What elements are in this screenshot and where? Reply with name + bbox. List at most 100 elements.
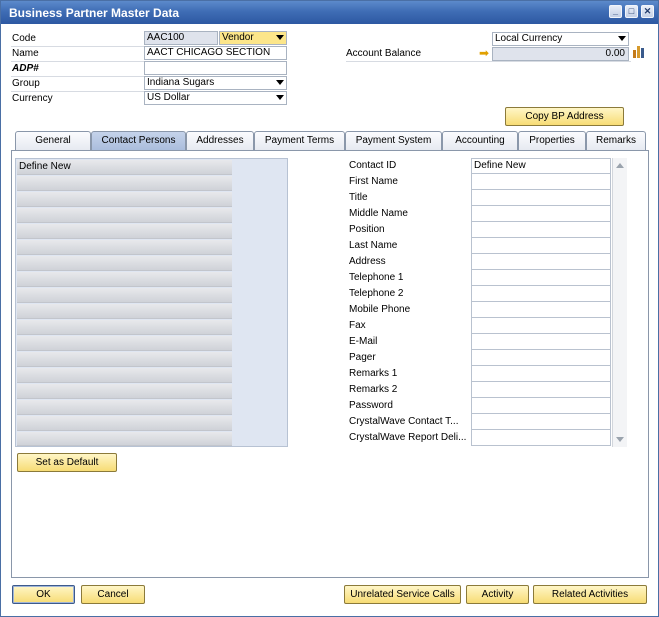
detail-label: Address bbox=[349, 256, 386, 267]
detail-row-address: Address bbox=[346, 254, 612, 270]
close-icon[interactable]: ✕ bbox=[641, 5, 654, 18]
related-activities-button[interactable]: Related Activities bbox=[533, 585, 647, 604]
currency-mode-select[interactable]: Local Currency bbox=[492, 32, 629, 46]
ok-button[interactable]: OK bbox=[12, 585, 75, 604]
adp-label: ADP# bbox=[12, 63, 39, 74]
set-as-default-button[interactable]: Set as Default bbox=[17, 453, 117, 472]
copy-bp-address-button[interactable]: Copy BP Address bbox=[505, 107, 624, 126]
activity-button[interactable]: Activity bbox=[466, 585, 529, 604]
tab-bar: General Contact Persons Addresses Paymen… bbox=[11, 131, 649, 151]
name-field[interactable]: AACT CHICAGO SECTION bbox=[144, 46, 287, 60]
maximize-icon[interactable]: □ bbox=[625, 5, 638, 18]
currency-label: Currency bbox=[12, 93, 53, 104]
chevron-down-icon bbox=[276, 95, 284, 100]
tab-addresses-label: Addresses bbox=[196, 135, 244, 146]
list-item-empty bbox=[17, 384, 232, 399]
list-item[interactable]: Define New bbox=[17, 160, 232, 175]
tab-contact-persons[interactable]: Contact Persons bbox=[91, 131, 186, 151]
account-balance-field: 0.00 bbox=[492, 47, 629, 61]
tab-general[interactable]: General bbox=[15, 131, 91, 150]
tab-accounting[interactable]: Accounting bbox=[442, 131, 518, 150]
scroll-up-icon[interactable] bbox=[616, 163, 624, 168]
detail-label: Remarks 1 bbox=[349, 368, 398, 379]
list-item-empty bbox=[17, 416, 232, 431]
tab-general-label: General bbox=[35, 135, 71, 146]
detail-row-telephone-2: Telephone 2 bbox=[346, 286, 612, 302]
detail-row-crystalwave-report: CrystalWave Report Deli... bbox=[346, 430, 612, 446]
middle-name-field[interactable] bbox=[471, 206, 611, 222]
cancel-button[interactable]: Cancel bbox=[81, 585, 145, 604]
remarks-1-field[interactable] bbox=[471, 366, 611, 382]
detail-label: Fax bbox=[349, 320, 366, 331]
list-item-empty bbox=[17, 272, 232, 287]
contact-persons-list[interactable]: Define New bbox=[15, 158, 288, 447]
detail-row-email: E-Mail bbox=[346, 334, 612, 350]
detail-label: CrystalWave Contact T... bbox=[349, 416, 459, 427]
tab-remarks-label: Remarks bbox=[595, 135, 636, 146]
tab-remarks[interactable]: Remarks bbox=[586, 131, 646, 150]
detail-row-position: Position bbox=[346, 222, 612, 238]
tab-payment-system[interactable]: Payment System bbox=[345, 131, 442, 150]
row-separator bbox=[346, 61, 631, 62]
password-field[interactable] bbox=[471, 398, 611, 414]
contact-id-field[interactable]: Define New bbox=[471, 158, 611, 174]
detail-label: CrystalWave Report Deli... bbox=[349, 432, 467, 443]
detail-row-crystalwave-contact: CrystalWave Contact T... bbox=[346, 414, 612, 430]
crystalwave-contact-field[interactable] bbox=[471, 414, 611, 430]
crystalwave-report-field[interactable] bbox=[471, 430, 611, 446]
details-scrollbar[interactable] bbox=[612, 158, 627, 447]
adp-field[interactable] bbox=[144, 61, 287, 75]
pager-field[interactable] bbox=[471, 350, 611, 366]
list-item-empty bbox=[17, 320, 232, 335]
detail-label: E-Mail bbox=[349, 336, 378, 347]
bp-type-value: Vendor bbox=[222, 32, 254, 43]
link-arrow-icon[interactable]: ➡ bbox=[479, 46, 489, 60]
list-item-empty bbox=[17, 176, 232, 191]
fax-field[interactable] bbox=[471, 318, 611, 334]
tab-addresses[interactable]: Addresses bbox=[186, 131, 254, 150]
detail-row-password: Password bbox=[346, 398, 612, 414]
position-field[interactable] bbox=[471, 222, 611, 238]
tab-properties[interactable]: Properties bbox=[518, 131, 586, 150]
bar-chart-icon[interactable] bbox=[632, 44, 646, 58]
group-select[interactable]: Indiana Sugars bbox=[144, 76, 287, 90]
list-item-empty bbox=[17, 208, 232, 223]
detail-row-telephone-1: Telephone 1 bbox=[346, 270, 612, 286]
code-field[interactable]: AAC100 bbox=[144, 31, 218, 45]
detail-label: Middle Name bbox=[349, 208, 408, 219]
unrelated-service-calls-button[interactable]: Unrelated Service Calls bbox=[344, 585, 461, 604]
bp-type-select[interactable]: Vendor bbox=[219, 31, 287, 45]
scroll-down-icon[interactable] bbox=[616, 437, 624, 442]
window-title: Business Partner Master Data bbox=[9, 6, 180, 20]
detail-label: Password bbox=[349, 400, 393, 411]
group-value: Indiana Sugars bbox=[147, 77, 215, 88]
tab-accounting-label: Accounting bbox=[455, 135, 505, 146]
telephone-2-field[interactable] bbox=[471, 286, 611, 302]
list-item-empty bbox=[17, 256, 232, 271]
detail-row-last-name: Last Name bbox=[346, 238, 612, 254]
tab-payment-terms[interactable]: Payment Terms bbox=[254, 131, 345, 150]
bp-master-data-window: Business Partner Master Data _ □ ✕ Code … bbox=[0, 0, 659, 617]
chevron-down-icon bbox=[276, 80, 284, 85]
mobile-phone-field[interactable] bbox=[471, 302, 611, 318]
telephone-1-field[interactable] bbox=[471, 270, 611, 286]
list-item-empty bbox=[17, 304, 232, 319]
list-item-empty bbox=[17, 288, 232, 303]
list-item-empty bbox=[17, 224, 232, 239]
detail-label: Title bbox=[349, 192, 368, 203]
list-item-empty bbox=[17, 368, 232, 383]
detail-row-title: Title bbox=[346, 190, 612, 206]
title-field[interactable] bbox=[471, 190, 611, 206]
last-name-field[interactable] bbox=[471, 238, 611, 254]
email-field[interactable] bbox=[471, 334, 611, 350]
currency-select[interactable]: US Dollar bbox=[144, 91, 287, 105]
remarks-2-field[interactable] bbox=[471, 382, 611, 398]
detail-row-contact-id: Contact ID Define New bbox=[346, 158, 612, 174]
detail-row-middle-name: Middle Name bbox=[346, 206, 612, 222]
first-name-field[interactable] bbox=[471, 174, 611, 190]
minimize-icon[interactable]: _ bbox=[609, 5, 622, 18]
detail-label: Remarks 2 bbox=[349, 384, 398, 395]
list-item-empty bbox=[17, 240, 232, 255]
address-field[interactable] bbox=[471, 254, 611, 270]
detail-label: Telephone 1 bbox=[349, 272, 404, 283]
